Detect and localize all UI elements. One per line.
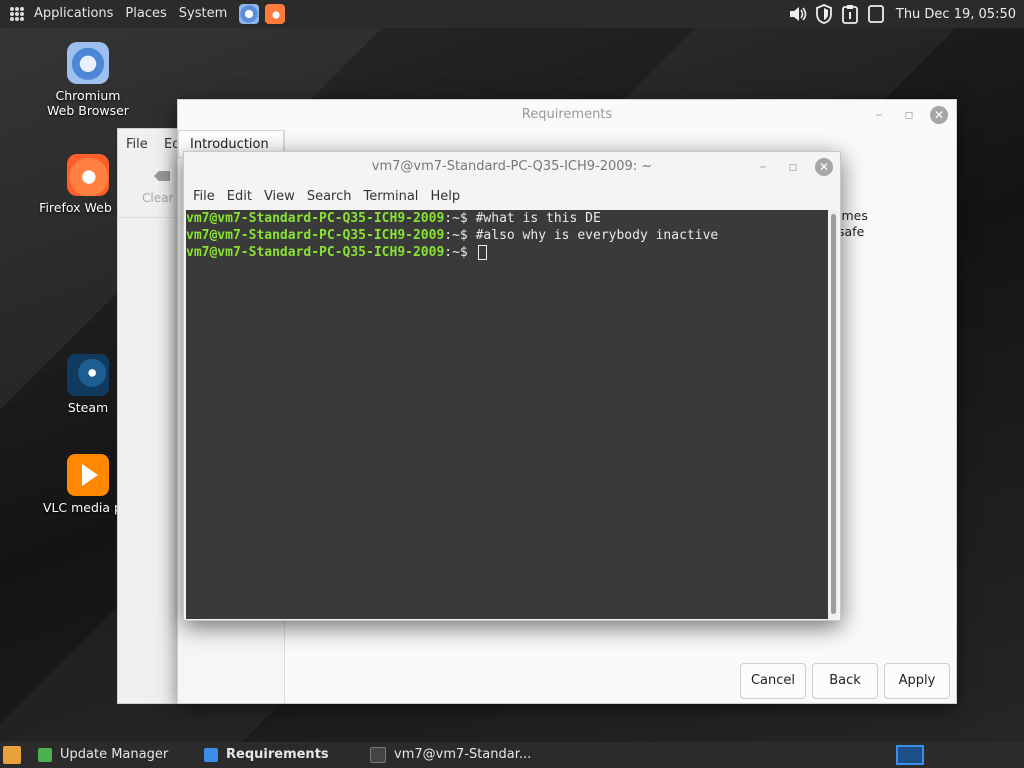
top-menu: Applications Places System (0, 0, 286, 28)
menu-system[interactable]: System (173, 0, 233, 28)
terminal-line: vm7@vm7-Standard-PC-Q35-ICH9-2009:~$ (186, 244, 828, 261)
menu-view[interactable]: View (258, 189, 301, 204)
taskbar-item-update-manager[interactable]: Update Manager (38, 742, 168, 768)
workspace-switcher[interactable] (896, 745, 924, 765)
terminal-menubar: File Edit View Search Terminal Help (184, 182, 840, 210)
shield-icon[interactable] (814, 4, 834, 24)
update-manager-icon (38, 748, 52, 762)
firefox-icon[interactable] (265, 4, 286, 24)
cancel-button[interactable]: Cancel (740, 663, 806, 699)
system-tray: Thu Dec 19, 05:50 (788, 0, 1024, 28)
apply-button[interactable]: Apply (884, 663, 950, 699)
command-text: #also why is everybody inactive (475, 228, 719, 243)
desktop-icon-label: Chromium Web Browser (47, 88, 129, 118)
requirements-text-fragment: imes (838, 208, 868, 223)
prompt-path: :~$ (444, 245, 476, 260)
taskbar-item-requirements[interactable]: Requirements (204, 742, 329, 768)
prompt-user: vm7@vm7-Standard-PC-Q35-ICH9-2009 (186, 211, 445, 226)
prompt-path: :~$ (444, 228, 476, 243)
taskbar-item-label: Requirements (226, 747, 329, 762)
clock[interactable]: Thu Dec 19, 05:50 (896, 7, 1016, 22)
maximize-icon[interactable]: ▫ (784, 158, 802, 176)
taskbar-item-terminal[interactable]: vm7@vm7-Standar... (370, 742, 531, 768)
taskbar-item-label: vm7@vm7-Standar... (394, 747, 532, 762)
terminal-scrollbar[interactable] (829, 210, 838, 619)
minimize-icon[interactable]: – (870, 106, 888, 124)
menu-edit[interactable]: Edit (221, 189, 258, 204)
top-panel: Applications Places System Thu Dec 19, 0… (0, 0, 1024, 28)
requirements-text-fragment: safe (838, 224, 865, 239)
window-title: vm7@vm7-Standard-PC-Q35-ICH9-2009: ~ (371, 159, 653, 174)
menu-file[interactable]: File (187, 189, 221, 204)
backspace-icon[interactable] (154, 171, 170, 181)
menu-terminal[interactable]: Terminal (357, 189, 424, 204)
battery-icon[interactable] (866, 4, 886, 24)
terminal-window: vm7@vm7-Standard-PC-Q35-ICH9-2009: ~ – ▫… (183, 151, 841, 621)
maximize-icon[interactable]: ▫ (900, 106, 918, 124)
apps-grid-icon[interactable] (10, 7, 24, 21)
close-icon[interactable]: ✕ (815, 158, 833, 176)
firefox-icon (67, 154, 109, 196)
show-desktop-icon[interactable] (3, 746, 21, 764)
volume-icon[interactable] (788, 4, 808, 24)
terminal-line: vm7@vm7-Standard-PC-Q35-ICH9-2009:~$ #wh… (186, 210, 828, 227)
taskbar-item-label: Update Manager (60, 747, 169, 762)
menu-applications[interactable]: Applications (28, 0, 119, 28)
taskbar: Update Manager Requirements vm7@vm7-Stan… (0, 742, 1024, 768)
desktop-icon-chromium[interactable]: Chromium Web Browser (33, 42, 143, 118)
bg-menu-file[interactable]: File (126, 137, 148, 152)
window-title: Requirements (521, 107, 613, 122)
command-text: #what is this DE (475, 211, 601, 226)
clear-label[interactable]: Clear (142, 191, 173, 205)
text-cursor (477, 245, 487, 260)
terminal-line: vm7@vm7-Standard-PC-Q35-ICH9-2009:~$ #al… (186, 227, 828, 244)
scrollbar-thumb[interactable] (831, 214, 836, 614)
clipboard-icon[interactable] (840, 4, 860, 24)
menu-places[interactable]: Places (119, 0, 172, 28)
menu-help[interactable]: Help (424, 189, 466, 204)
back-button[interactable]: Back (812, 663, 878, 699)
close-icon[interactable]: ✕ (930, 106, 948, 124)
chromium-icon (67, 42, 109, 84)
prompt-user: vm7@vm7-Standard-PC-Q35-ICH9-2009 (186, 245, 445, 260)
chromium-icon[interactable] (239, 4, 260, 24)
terminal-icon (370, 747, 386, 763)
download-arrow-icon (204, 748, 218, 762)
prompt-user: vm7@vm7-Standard-PC-Q35-ICH9-2009 (186, 228, 445, 243)
vlc-icon (67, 454, 109, 496)
prompt-path: :~$ (444, 211, 476, 226)
minimize-icon[interactable]: – (754, 158, 772, 176)
terminal-output[interactable]: vm7@vm7-Standard-PC-Q35-ICH9-2009:~$ #wh… (186, 210, 828, 619)
menu-search[interactable]: Search (301, 189, 358, 204)
steam-icon (67, 354, 109, 396)
